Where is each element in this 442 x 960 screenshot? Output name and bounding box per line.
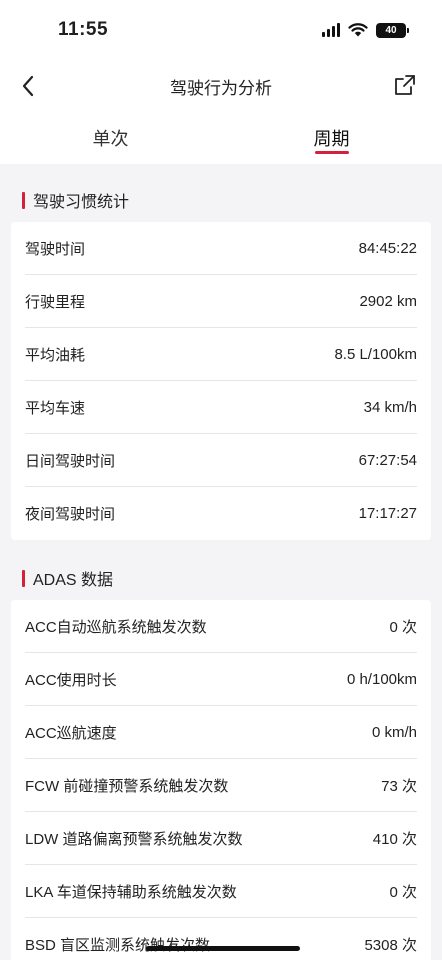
row-value: 73 次	[381, 777, 417, 795]
row-label: 平均油耗	[25, 346, 86, 364]
share-button[interactable]	[392, 72, 418, 98]
status-icons: 40	[322, 22, 409, 38]
section-header-adas: ADAS 数据	[22, 566, 113, 590]
row-value: 84:45:22	[358, 239, 417, 257]
list-item: 平均车速 34 km/h	[25, 381, 417, 434]
row-value: 0 h/100km	[346, 670, 417, 688]
list-item: 驾驶时间 84:45:22	[25, 222, 417, 275]
nav-bar: 驾驶行为分析	[0, 60, 442, 112]
section-accent-bar	[22, 569, 25, 587]
row-value: 2902 km	[359, 292, 417, 310]
list-item: BSD 盲区监测系统触发次数 5308 次	[25, 918, 417, 960]
row-value: 17:17:27	[358, 505, 417, 522]
adas-card: ACC自动巡航系统触发次数 0 次 ACC使用时长 0 h/100km ACC巡…	[11, 600, 431, 960]
list-item: 行驶里程 2902 km	[25, 275, 417, 328]
row-value: 5308 次	[364, 937, 417, 954]
tab-single[interactable]: 单次	[0, 112, 221, 164]
row-value: 8.5 L/100km	[334, 345, 417, 363]
list-item: ACC自动巡航系统触发次数 0 次	[25, 600, 417, 653]
row-label: 驾驶时间	[25, 240, 86, 258]
list-item: 夜间驾驶时间 17:17:27	[25, 487, 417, 540]
section-title-habits: 驾驶习惯统计	[33, 194, 130, 211]
active-tab-indicator	[314, 151, 349, 154]
row-label: ACC自动巡航系统触发次数	[25, 618, 207, 636]
row-value: 0 km/h	[371, 723, 417, 741]
tab-single-label: 单次	[92, 129, 129, 149]
row-value: 0 次	[389, 618, 417, 636]
row-label: ACC使用时长	[25, 671, 117, 689]
section-header-habits: 驾驶习惯统计	[22, 188, 129, 212]
home-indicator[interactable]	[146, 946, 300, 951]
battery-icon: 40	[376, 22, 409, 38]
row-label: FCW 前碰撞预警系统触发次数	[25, 777, 229, 795]
share-external-icon	[395, 75, 415, 95]
row-label: ACC巡航速度	[25, 724, 117, 742]
list-item: ACC使用时长 0 h/100km	[25, 653, 417, 706]
row-label: LDW 道路偏离预警系统触发次数	[25, 830, 243, 848]
wifi-icon	[348, 23, 368, 37]
habits-card: 驾驶时间 84:45:22 行驶里程 2902 km 平均油耗 8.5 L/10…	[11, 222, 431, 540]
chevron-left-icon	[22, 75, 34, 97]
list-item: 日间驾驶时间 67:27:54	[25, 434, 417, 487]
section-accent-bar	[22, 191, 25, 209]
row-label: 夜间驾驶时间	[25, 506, 116, 523]
tab-bar: 单次 周期	[0, 112, 442, 164]
row-label: BSD 盲区监测系统触发次数	[25, 937, 211, 954]
row-value: 410 次	[372, 830, 417, 848]
status-time: 11:55	[58, 19, 109, 40]
cellular-signal-icon	[322, 23, 340, 37]
list-item: 平均油耗 8.5 L/100km	[25, 328, 417, 381]
row-label: 行驶里程	[25, 293, 86, 311]
row-value: 0 次	[389, 883, 417, 901]
row-value: 67:27:54	[358, 451, 417, 469]
section-title-adas: ADAS 数据	[33, 572, 114, 589]
back-button[interactable]	[14, 72, 42, 100]
list-item: ACC巡航速度 0 km/h	[25, 706, 417, 759]
row-label: LKA 车道保持辅助系统触发次数	[25, 883, 237, 901]
tab-period-label: 周期	[313, 129, 350, 149]
list-item: LDW 道路偏离预警系统触发次数 410 次	[25, 812, 417, 865]
list-item: FCW 前碰撞预警系统触发次数 73 次	[25, 759, 417, 812]
row-label: 平均车速	[25, 399, 86, 417]
battery-level: 40	[385, 24, 397, 36]
row-label: 日间驾驶时间	[25, 452, 116, 470]
row-value: 34 km/h	[363, 398, 417, 416]
tab-period[interactable]: 周期	[221, 112, 442, 164]
status-bar: 11:55 40	[0, 0, 442, 60]
list-item: LKA 车道保持辅助系统触发次数 0 次	[25, 865, 417, 918]
page-title: 驾驶行为分析	[170, 78, 272, 98]
